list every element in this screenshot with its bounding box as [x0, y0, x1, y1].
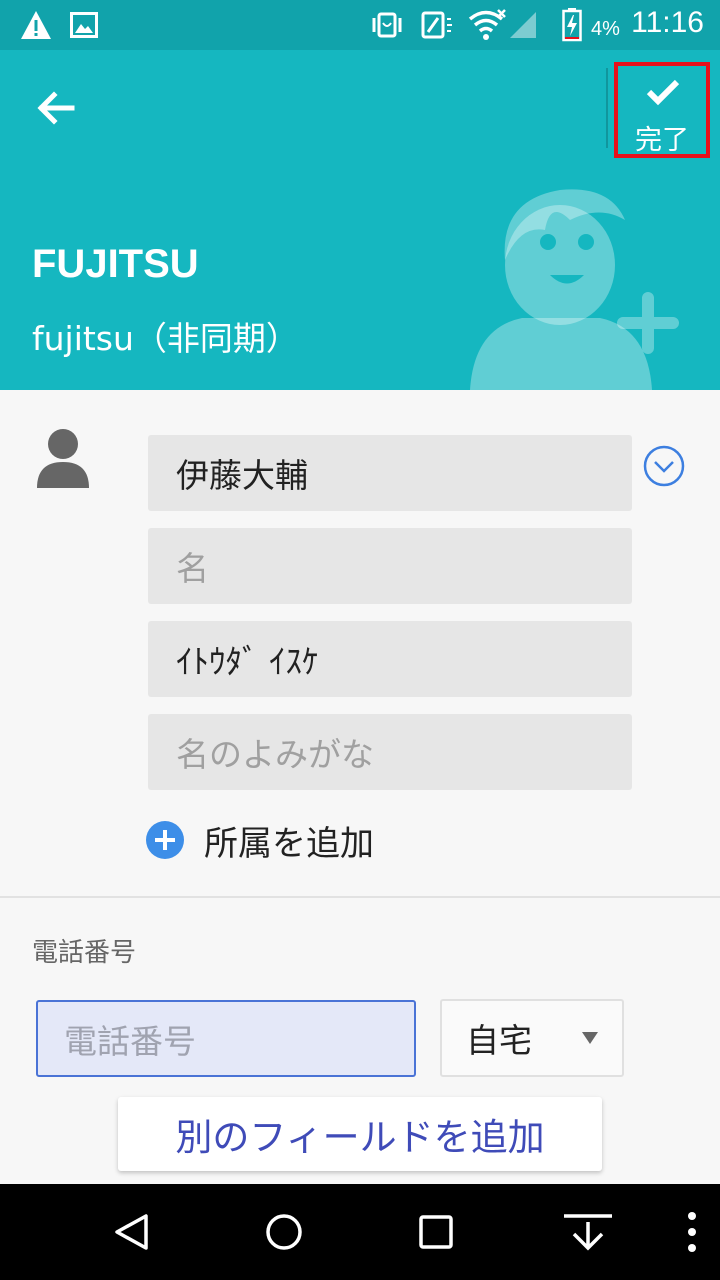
account-type: fujitsu（非同期） — [32, 319, 299, 358]
clock: 11:16 — [631, 6, 704, 39]
battery-charging-icon — [562, 8, 582, 46]
done-button[interactable]: 完了 — [614, 62, 710, 158]
first-name-reading-placeholder: 名のよみがな — [176, 735, 374, 774]
add-organization-label: 所属を追加 — [204, 823, 374, 864]
download-nav-icon[interactable] — [562, 1212, 614, 1252]
home-nav-icon[interactable] — [264, 1212, 304, 1252]
contact-edit-form: 伊藤大輔 名 ｲﾄｳﾀﾞ ｲｽｹ 名のよみがな 所属を追加 電話番号 電話番号 … — [0, 390, 720, 1184]
account-name: FUJITSU — [32, 242, 199, 286]
wifi-icon — [468, 8, 508, 46]
menu-nav-icon[interactable] — [686, 1210, 698, 1254]
last-name-reading-value: ｲﾄｳﾀﾞ ｲｽｹ — [176, 642, 319, 681]
header-divider — [606, 68, 608, 148]
phone-type-select[interactable]: 自宅 — [440, 999, 624, 1077]
expand-name-button[interactable] — [642, 444, 686, 488]
last-name-field[interactable]: 伊藤大輔 — [148, 435, 632, 511]
battery-percent: 4% — [591, 18, 620, 40]
section-divider — [0, 896, 720, 898]
phone-section-label: 電話番号 — [32, 938, 137, 968]
back-button[interactable] — [26, 78, 86, 138]
back-arrow-icon — [37, 91, 75, 125]
status-bar: 4% 11:16 — [0, 0, 720, 50]
navigation-bar — [0, 1184, 720, 1280]
done-label: 完了 — [635, 125, 689, 156]
last-name-reading-field[interactable]: ｲﾄｳﾀﾞ ｲｽｹ — [148, 621, 632, 697]
contact-header: 完了 FUJITSU fujitsu（非同期） — [0, 50, 720, 390]
phone-number-input[interactable]: 電話番号 — [36, 1000, 416, 1077]
add-field-button[interactable]: 別のフィールドを追加 — [118, 1097, 602, 1171]
image-icon — [70, 12, 98, 42]
dropdown-caret-icon — [582, 1032, 598, 1044]
nfc-icon — [420, 10, 454, 44]
first-name-field[interactable]: 名 — [148, 528, 632, 604]
plus-circle-icon — [146, 821, 184, 859]
back-nav-icon[interactable] — [112, 1212, 152, 1252]
phone-number-placeholder: 電話番号 — [64, 1021, 196, 1061]
warning-icon — [20, 10, 52, 44]
last-name-value: 伊藤大輔 — [176, 456, 308, 495]
chevron-down-icon — [643, 445, 685, 487]
phone-type-value: 自宅 — [466, 1021, 532, 1060]
add-organization-button[interactable]: 所属を追加 — [146, 816, 374, 864]
recents-nav-icon[interactable] — [418, 1214, 454, 1250]
person-icon — [36, 428, 90, 494]
signal-icon — [508, 10, 538, 44]
first-name-reading-field[interactable]: 名のよみがな — [148, 714, 632, 790]
vibrate-icon — [370, 10, 404, 44]
add-contact-illustration-icon — [460, 180, 720, 390]
first-name-placeholder: 名 — [176, 549, 209, 588]
checkmark-icon — [646, 79, 680, 106]
